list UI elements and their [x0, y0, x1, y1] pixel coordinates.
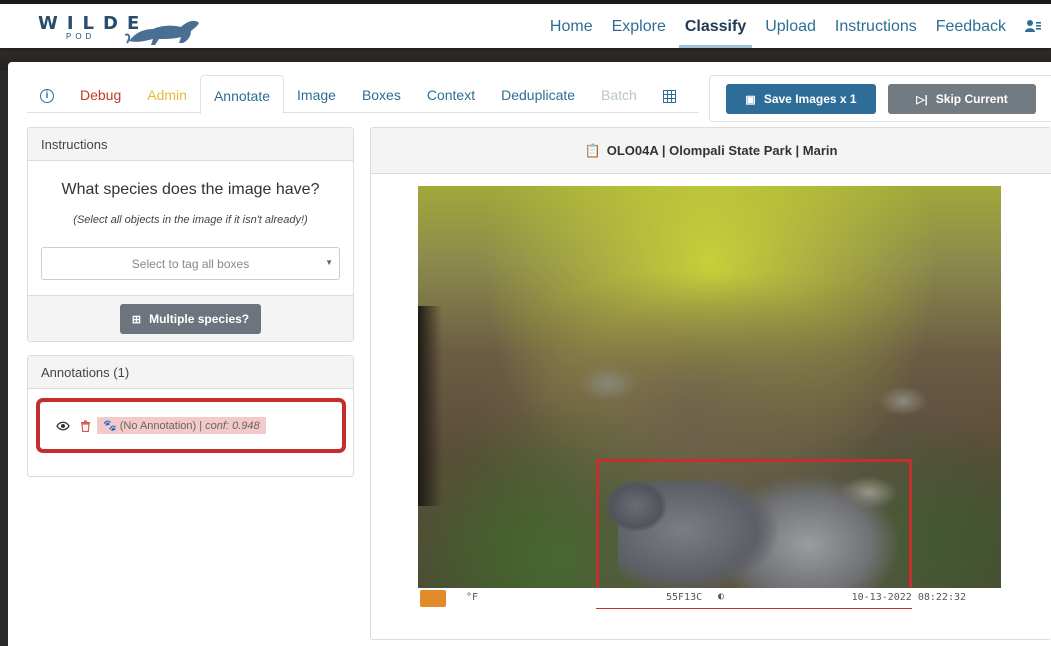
nav-classify[interactable]: Classify	[678, 4, 753, 48]
photo-rock	[578, 366, 638, 401]
skip-forward-icon: ▷|	[916, 93, 928, 106]
annotation-label: 🐾 (No Annotation) | conf: 0.948	[97, 417, 266, 434]
tab-image[interactable]: Image	[284, 75, 349, 113]
tab-debug[interactable]: Debug	[67, 75, 134, 113]
image-icon: ▣	[745, 93, 756, 106]
image-card: 📋 OLO04A | Olompali State Park | Marin °F…	[370, 127, 1051, 640]
camera-trap-photo[interactable]: °F 55F13C ◐ 10-13-2022 08:22:32	[418, 186, 1001, 609]
trash-icon[interactable]	[80, 420, 91, 432]
nav-links: Home Explore Classify Upload Instruction…	[550, 4, 1051, 48]
image-header: 📋 OLO04A | Olompali State Park | Marin	[371, 128, 1051, 174]
multiple-species-label: Multiple species?	[149, 312, 250, 326]
annotation-confidence: conf: 0.948	[205, 420, 260, 432]
moon-phase-icon: ◐	[718, 591, 725, 602]
nav-home[interactable]: Home	[550, 4, 593, 48]
action-buttons-box: ▣ Save Images x 1 ▷| Skip Current	[709, 75, 1051, 122]
temperature-readout: °F	[466, 592, 479, 603]
user-card-icon[interactable]	[1025, 4, 1047, 48]
tab-info[interactable]: i	[27, 75, 67, 113]
tab-boxes[interactable]: Boxes	[349, 75, 414, 113]
save-images-button[interactable]: ▣ Save Images x 1	[726, 84, 876, 114]
instructions-header: Instructions	[28, 128, 353, 161]
tab-deduplicate[interactable]: Deduplicate	[488, 75, 588, 113]
species-select[interactable]: Select to tag all boxes ▼	[41, 247, 340, 280]
top-navbar: WILDE POD Home Explore Classify Upload I…	[0, 4, 1051, 48]
instructions-card: Instructions What species does the image…	[27, 127, 354, 342]
brand-logo-subtext: POD	[66, 32, 96, 41]
camera-code: 55F13C	[666, 592, 703, 603]
species-select-placeholder: Select to tag all boxes	[131, 257, 250, 271]
classify-tabs: i Debug Admin Annotate Image Boxes Conte…	[27, 75, 699, 114]
nav-upload[interactable]: Upload	[765, 4, 816, 48]
clipboard-icon: 📋	[584, 143, 601, 158]
chevron-down-icon: ▼	[325, 258, 333, 267]
annotations-header: Annotations (1)	[28, 356, 353, 389]
timestamp: 10-13-2022 08:22:32	[851, 592, 966, 603]
skip-current-button[interactable]: ▷| Skip Current	[888, 84, 1036, 114]
photo-rock	[878, 386, 928, 416]
annotations-card: Annotations (1) 🐾 (No Annotation) | conf…	[27, 355, 354, 477]
tab-batch[interactable]: Batch	[588, 75, 650, 113]
save-images-label: Save Images x 1	[763, 92, 857, 106]
info-icon: i	[40, 89, 54, 104]
tab-admin[interactable]: Admin	[134, 75, 200, 113]
bounding-box[interactable]	[596, 459, 912, 609]
multiple-species-button[interactable]: ⊞ Multiple species?	[120, 304, 261, 334]
grid-icon	[662, 89, 676, 103]
nav-instructions[interactable]: Instructions	[835, 4, 917, 48]
camera-brand-logo	[420, 590, 446, 607]
mountain-lion-logo-icon	[125, 20, 199, 45]
photo-shadow	[418, 306, 442, 506]
instructions-note: (Select all objects in the image if it i…	[73, 214, 308, 226]
instructions-footer: ⊞ Multiple species?	[28, 295, 353, 341]
camera-info-strip: °F 55F13C ◐ 10-13-2022 08:22:32	[418, 588, 1001, 608]
nav-explore[interactable]: Explore	[612, 4, 666, 48]
plus-square-icon: ⊞	[131, 313, 142, 326]
skip-current-label: Skip Current	[935, 92, 1008, 106]
image-title: OLO04A | Olompali State Park | Marin	[606, 143, 838, 158]
nav-feedback[interactable]: Feedback	[936, 4, 1006, 48]
annotation-item[interactable]: 🐾 (No Annotation) | conf: 0.948	[36, 398, 346, 453]
species-question: What species does the image have?	[61, 181, 320, 198]
tab-annotate[interactable]: Annotate	[199, 75, 285, 114]
tab-context[interactable]: Context	[414, 75, 488, 113]
eye-icon[interactable]	[56, 421, 70, 431]
annotation-text: (No Annotation) |	[119, 420, 206, 432]
tab-grid[interactable]	[650, 75, 689, 113]
paw-icon: 🐾	[103, 420, 120, 432]
